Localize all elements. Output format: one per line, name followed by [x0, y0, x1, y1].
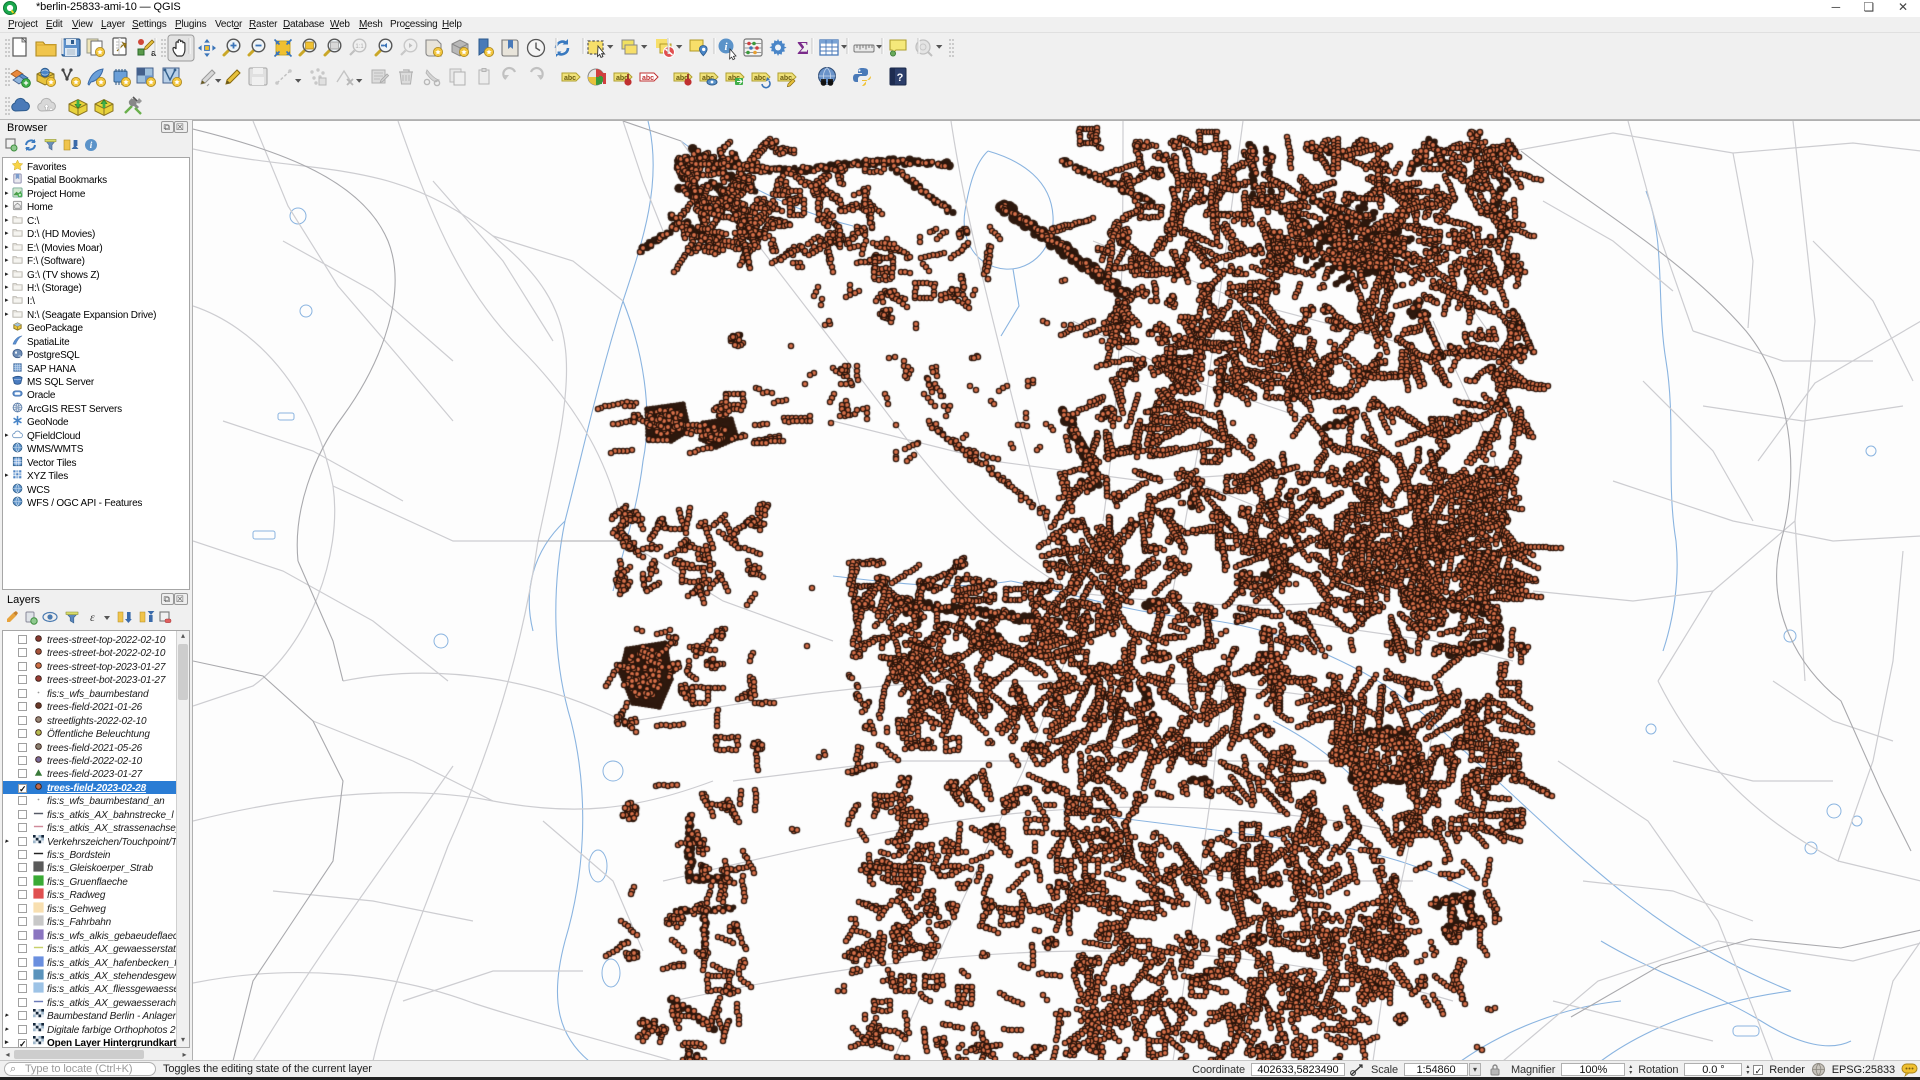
- svg-text:abc: abc: [780, 75, 792, 82]
- svg-text:Σ: Σ: [797, 38, 809, 58]
- svg-text:abc: abc: [754, 75, 766, 82]
- svg-text:ε: ε: [90, 610, 95, 624]
- svg-text:?: ?: [897, 72, 904, 84]
- svg-text:1:1: 1:1: [355, 44, 364, 50]
- svg-text:abc: abc: [642, 75, 654, 82]
- svg-text:abc: abc: [564, 75, 576, 82]
